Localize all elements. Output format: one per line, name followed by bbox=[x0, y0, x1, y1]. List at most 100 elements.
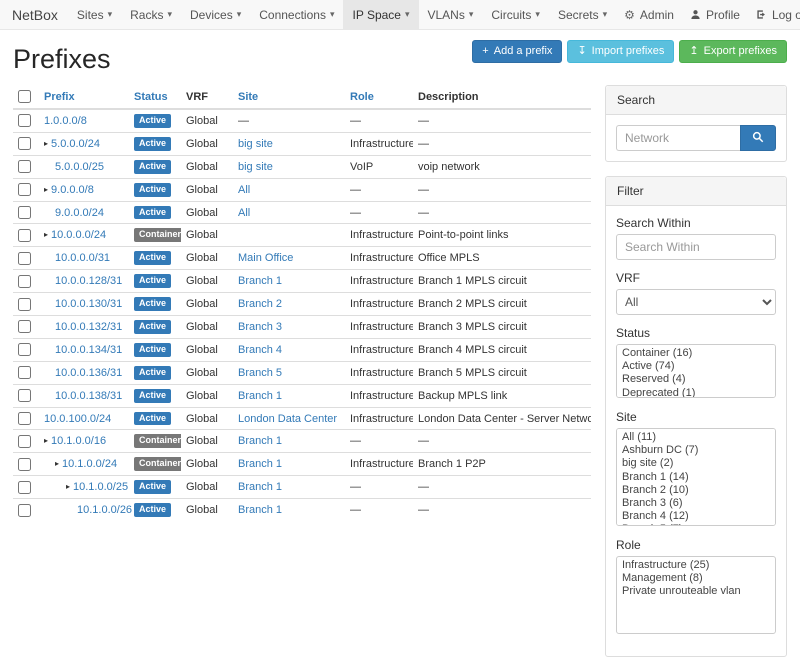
prefix-link[interactable]: 10.1.0.0/24 bbox=[62, 458, 117, 470]
prefix-link[interactable]: 10.0.0.138/31 bbox=[55, 390, 122, 402]
prefix-link[interactable]: 10.0.0.0/24 bbox=[51, 229, 106, 241]
nav-item-secrets[interactable]: Secrets▾ bbox=[549, 0, 616, 29]
filter-status-select[interactable]: Container (16)Active (74)Reserved (4)Dep… bbox=[616, 344, 776, 398]
prefix-link[interactable]: 9.0.0.0/24 bbox=[55, 207, 104, 219]
nav-item-circuits[interactable]: Circuits▾ bbox=[482, 0, 549, 29]
nav-item-vlans[interactable]: VLANs▾ bbox=[419, 0, 483, 29]
prefix-link[interactable]: 5.0.0.0/24 bbox=[51, 138, 100, 150]
prefix-link[interactable]: 1.0.0.0/8 bbox=[44, 115, 87, 127]
row-checkbox[interactable] bbox=[18, 458, 31, 471]
listbox-option[interactable]: Container (16) bbox=[619, 347, 773, 360]
column-header-prefix[interactable]: Prefix bbox=[39, 85, 129, 109]
vrf-cell: Global bbox=[186, 504, 218, 516]
nav-item-label: Profile bbox=[706, 8, 740, 22]
site-link[interactable]: Branch 1 bbox=[238, 481, 282, 493]
column-header-role[interactable]: Role bbox=[345, 85, 413, 109]
prefix-link[interactable]: 10.0.0.134/31 bbox=[55, 344, 122, 356]
prefix-link[interactable]: 10.0.0.136/31 bbox=[55, 367, 122, 379]
prefix-link[interactable]: 10.1.0.0/16 bbox=[51, 435, 106, 447]
row-checkbox[interactable] bbox=[18, 366, 31, 379]
status-badge: Active bbox=[134, 480, 171, 494]
row-checkbox[interactable] bbox=[18, 183, 31, 196]
row-checkbox[interactable] bbox=[18, 275, 31, 288]
site-link[interactable]: Branch 1 bbox=[238, 458, 282, 470]
prefix-link[interactable]: 10.1.0.0/26 bbox=[77, 504, 132, 516]
row-checkbox[interactable] bbox=[18, 343, 31, 356]
site-link[interactable]: Branch 1 bbox=[238, 504, 282, 516]
listbox-option[interactable]: All (11) bbox=[619, 431, 773, 444]
site-link[interactable]: Branch 1 bbox=[238, 390, 282, 402]
row-checkbox[interactable] bbox=[18, 229, 31, 242]
filter-search-within-input[interactable] bbox=[616, 234, 776, 260]
column-header-status[interactable]: Status bbox=[129, 85, 181, 109]
site-link[interactable]: Branch 4 bbox=[238, 344, 282, 356]
site-link[interactable]: Branch 1 bbox=[238, 435, 282, 447]
row-checkbox[interactable] bbox=[18, 298, 31, 311]
site-link[interactable]: Branch 2 bbox=[238, 298, 282, 310]
row-checkbox[interactable] bbox=[18, 137, 31, 150]
row-checkbox[interactable] bbox=[18, 160, 31, 173]
site-link[interactable]: big site bbox=[238, 161, 273, 173]
select-all-checkbox[interactable] bbox=[18, 90, 31, 103]
row-checkbox[interactable] bbox=[18, 206, 31, 219]
listbox-option[interactable]: Private unrouteable vlan bbox=[619, 585, 773, 598]
listbox-option[interactable]: Branch 3 (6) bbox=[619, 497, 773, 510]
filter-site-select[interactable]: All (11)Ashburn DC (7)big site (2)Branch… bbox=[616, 428, 776, 526]
listbox-option[interactable]: big site (2) bbox=[619, 457, 773, 470]
listbox-option[interactable]: Branch 1 (14) bbox=[619, 471, 773, 484]
column-header-site[interactable]: Site bbox=[233, 85, 345, 109]
listbox-option[interactable]: Active (74) bbox=[619, 360, 773, 373]
row-checkbox[interactable] bbox=[18, 412, 31, 425]
table-row: 9.0.0.0/24ActiveGlobalAll—— bbox=[13, 201, 591, 224]
import-prefixes-button[interactable]: ↧Import prefixes bbox=[567, 40, 674, 63]
prefix-link[interactable]: 10.0.0.0/31 bbox=[55, 252, 110, 264]
prefix-link[interactable]: 9.0.0.0/8 bbox=[51, 184, 94, 196]
row-checkbox[interactable] bbox=[18, 389, 31, 402]
prefix-link[interactable]: 10.0.0.130/31 bbox=[55, 298, 122, 310]
prefix-link[interactable]: 10.0.0.132/31 bbox=[55, 321, 122, 333]
row-checkbox[interactable] bbox=[18, 320, 31, 333]
row-checkbox[interactable] bbox=[18, 114, 31, 127]
status-badge: Container bbox=[134, 228, 181, 242]
row-checkbox[interactable] bbox=[18, 252, 31, 265]
nav-item-racks[interactable]: Racks▾ bbox=[121, 0, 181, 29]
listbox-option[interactable]: Management (8) bbox=[619, 572, 773, 585]
top-navbar: NetBox Sites▾Racks▾Devices▾Connections▾I… bbox=[0, 0, 800, 30]
prefix-link[interactable]: 10.0.100.0/24 bbox=[44, 413, 111, 425]
nav-item-sites[interactable]: Sites▾ bbox=[68, 0, 121, 29]
nav-item-ip-space[interactable]: IP Space▾ bbox=[343, 0, 418, 29]
nav-log-out[interactable]: Log out bbox=[748, 0, 800, 29]
prefix-link[interactable]: 5.0.0.0/25 bbox=[55, 161, 104, 173]
listbox-option[interactable]: Infrastructure (25) bbox=[619, 559, 773, 572]
filter-role-select[interactable]: Infrastructure (25)Management (8)Private… bbox=[616, 556, 776, 634]
search-button[interactable] bbox=[740, 125, 776, 151]
nav-profile[interactable]: Profile bbox=[682, 0, 748, 29]
export-prefixes-button[interactable]: ↥Export prefixes bbox=[679, 40, 787, 63]
listbox-option[interactable]: Branch 2 (10) bbox=[619, 484, 773, 497]
nav-item-devices[interactable]: Devices▾ bbox=[181, 0, 250, 29]
listbox-option[interactable]: Reserved (4) bbox=[619, 373, 773, 386]
site-link[interactable]: All bbox=[238, 207, 250, 219]
listbox-option[interactable]: Branch 5 (7) bbox=[619, 523, 773, 526]
listbox-option[interactable]: Branch 4 (12) bbox=[619, 510, 773, 523]
site-link[interactable]: Branch 3 bbox=[238, 321, 282, 333]
app-brand[interactable]: NetBox bbox=[12, 0, 58, 29]
nav-admin[interactable]: ⚙Admin bbox=[616, 0, 682, 29]
listbox-option[interactable]: Deprecated (1) bbox=[619, 387, 773, 398]
row-checkbox[interactable] bbox=[18, 504, 31, 517]
site-link[interactable]: Branch 5 bbox=[238, 367, 282, 379]
site-link[interactable]: Branch 1 bbox=[238, 275, 282, 287]
nav-item-connections[interactable]: Connections▾ bbox=[250, 0, 343, 29]
add-a-prefix-button[interactable]: +Add a prefix bbox=[472, 40, 562, 63]
site-link[interactable]: All bbox=[238, 184, 250, 196]
prefix-link[interactable]: 10.1.0.0/25 bbox=[73, 481, 128, 493]
search-input[interactable] bbox=[616, 125, 740, 151]
site-link[interactable]: Main Office bbox=[238, 252, 293, 264]
row-checkbox[interactable] bbox=[18, 481, 31, 494]
prefix-link[interactable]: 10.0.0.128/31 bbox=[55, 275, 122, 287]
row-checkbox[interactable] bbox=[18, 435, 31, 448]
site-link[interactable]: big site bbox=[238, 138, 273, 150]
listbox-option[interactable]: Ashburn DC (7) bbox=[619, 444, 773, 457]
filter-vrf-select[interactable]: All bbox=[616, 289, 776, 315]
site-link[interactable]: London Data Center bbox=[238, 413, 337, 425]
